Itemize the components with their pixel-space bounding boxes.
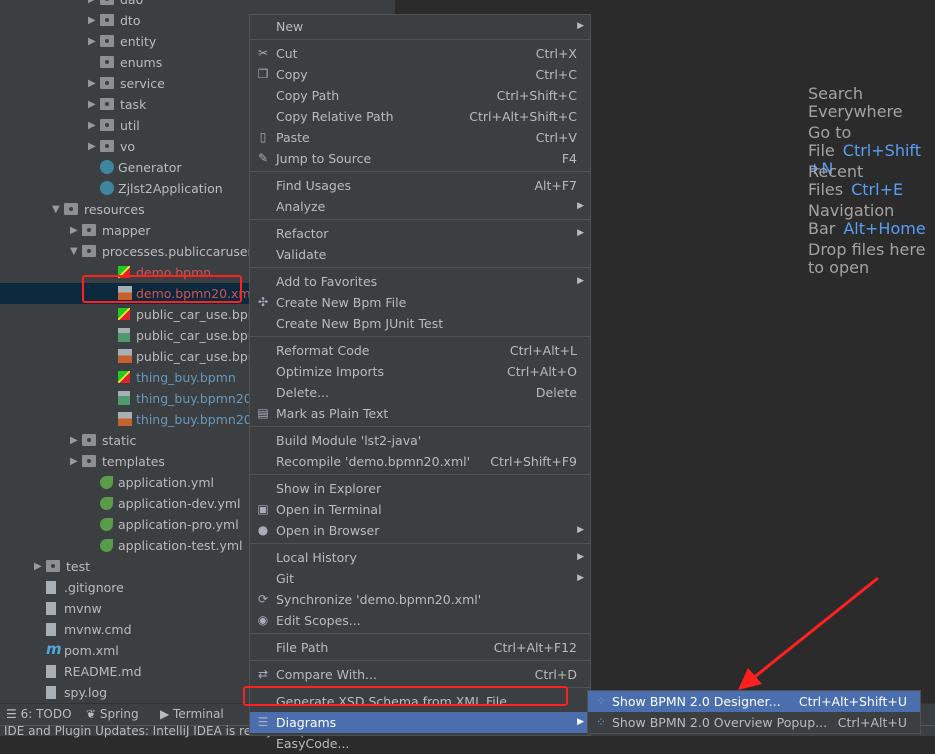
menu-item-label: EasyCode... — [276, 736, 350, 751]
menu-item-easycode[interactable]: EasyCode... — [250, 733, 590, 754]
annotation-arrow — [738, 576, 879, 690]
